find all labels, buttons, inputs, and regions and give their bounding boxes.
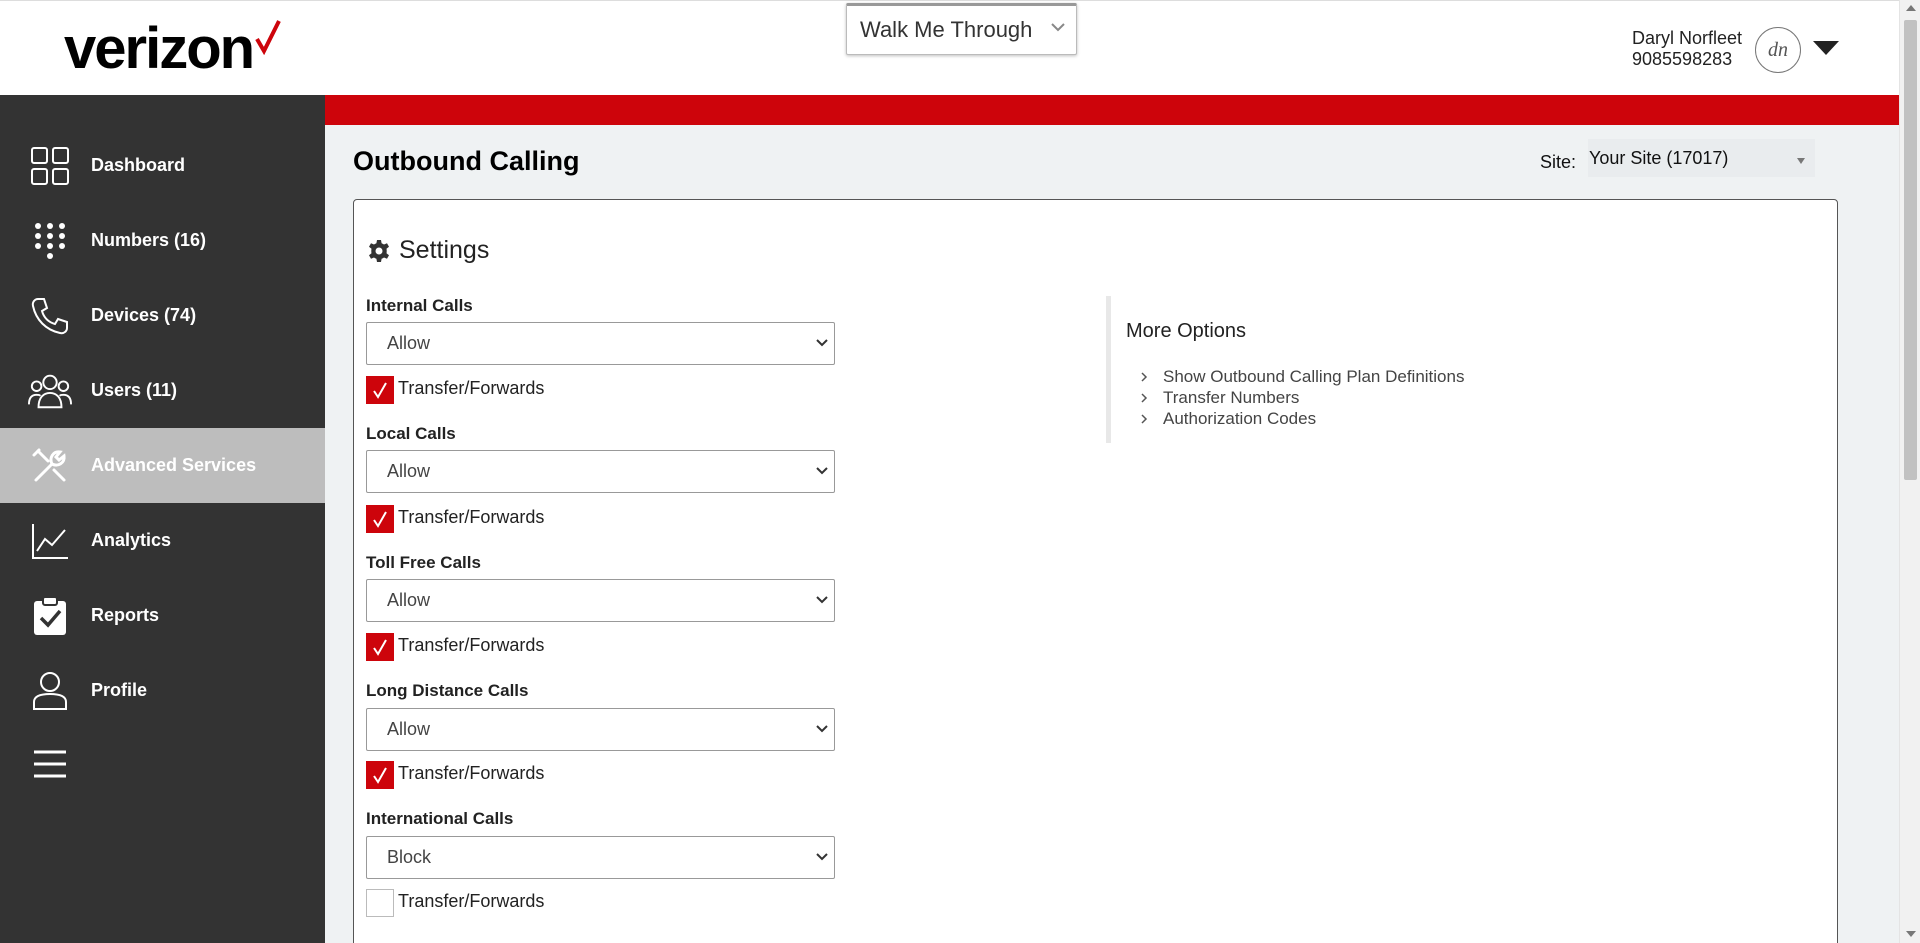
gear-icon [369,239,389,262]
local-calls-label: Local Calls [366,424,456,443]
link-label: Transfer Numbers [1163,388,1300,407]
sidebar-item-analytics[interactable]: Analytics [0,503,325,578]
internal-calls-select[interactable]: Allow [366,322,835,365]
toll-free-calls-label: Toll Free Calls [366,553,481,572]
logo-wordmark: verizon [64,16,255,81]
sidebar-item-advanced-services[interactable]: Advanced Services [0,428,325,503]
checkmark-icon [373,382,387,399]
sidebar-item-label: Profile [91,680,148,700]
page-title: Outbound Calling [353,146,580,176]
sidebar-item-label: Dashboard [91,155,186,175]
checkmark-icon [373,511,387,528]
more-options-title: More Options [1126,320,1247,342]
user-info: Daryl Norfleet 9085598283 [1632,28,1742,70]
scroll-down-arrow-icon[interactable] [1906,931,1916,937]
walk-me-through-label: Walk Me Through [860,17,1033,42]
more-options-divider [1106,296,1111,443]
sidebar-item-reports[interactable]: Reports [0,578,325,653]
select-value: Allow [387,461,431,481]
internal-calls-transfer-checkbox[interactable] [366,376,394,404]
page-scrollbar[interactable] [1899,0,1920,943]
local-calls-select[interactable]: Allow [366,450,835,493]
chevron-down-icon [816,467,828,475]
select-value: Allow [387,590,431,610]
chevron-down-icon [816,339,828,347]
settings-panel [353,199,1838,943]
chevron-right-icon [1140,413,1154,425]
select-value: Allow [387,333,431,353]
sidebar-item-label: Users (11) [91,380,178,400]
transfer-numbers-link[interactable]: Transfer Numbers [1140,388,1299,408]
toll-free-calls-transfer-checkbox[interactable] [366,633,394,661]
walk-me-through-dropdown[interactable]: Walk Me Through [846,3,1077,55]
caret-down-icon [1797,158,1805,164]
cut-off-next-field [366,936,506,943]
checkmark-icon [373,639,387,656]
sidebar-item-numbers[interactable]: Numbers (16) [0,203,325,278]
settings-title: Settings [399,236,490,264]
sidebar-item-devices[interactable]: Devices (74) [0,278,325,353]
chevron-down-icon [816,853,828,861]
chevron-down-icon [816,596,828,604]
long-distance-calls-label: Long Distance Calls [366,681,529,700]
tools-icon [28,444,72,488]
user-phone: 9085598283 [1632,49,1733,69]
phone-icon [28,294,72,338]
sidebar-item-label: Reports [91,605,160,625]
toll-free-calls-transfer-label: Transfer/Forwards [398,635,545,655]
long-distance-calls-select[interactable]: Allow [366,708,835,751]
site-select-value: Your Site (17017) [1589,147,1729,168]
outbound-plan-definitions-link[interactable]: Show Outbound Calling Plan Definitions [1140,367,1464,387]
select-value: Allow [387,719,431,739]
clipboard-check-icon [28,594,72,638]
user-menu-caret-icon[interactable] [1813,41,1839,55]
avatar[interactable]: dn [1755,27,1801,73]
local-calls-transfer-checkbox[interactable] [366,505,394,533]
authorization-codes-link[interactable]: Authorization Codes [1140,409,1316,429]
scroll-up-arrow-icon[interactable] [1906,5,1916,11]
site-label: Site: [1540,152,1577,172]
chevron-right-icon [1140,371,1154,383]
internal-calls-transfer-label: Transfer/Forwards [398,378,545,398]
settings-heading: Settings [367,236,489,265]
sidebar-item-profile[interactable]: Profile [0,653,325,728]
site-select[interactable]: Your Site (17017) [1588,139,1815,177]
verizon-logo[interactable]: verizon [64,19,281,79]
international-calls-label: International Calls [366,809,514,828]
logo-check-icon [255,20,281,55]
keypad-icon [28,219,72,263]
toll-free-calls-select[interactable]: Allow [366,579,835,622]
select-value: Block [387,847,432,867]
long-distance-calls-transfer-checkbox[interactable] [366,761,394,789]
sidebar-menu-toggle[interactable] [0,726,325,801]
link-label: Show Outbound Calling Plan Definitions [1163,367,1465,386]
international-calls-transfer-checkbox[interactable] [366,889,394,917]
sidebar-item-users[interactable]: Users (11) [0,353,325,428]
hamburger-menu-icon [28,742,72,786]
sidebar-item-label: Advanced Services [91,455,257,475]
chevron-down-icon [1051,23,1065,32]
link-label: Authorization Codes [1163,409,1317,428]
sidebar-item-label: Analytics [91,530,172,550]
user-name: Daryl Norfleet [1632,28,1743,48]
dashboard-grid-icon [28,144,72,188]
scroll-thumb[interactable] [1904,20,1917,480]
chevron-right-icon [1140,392,1154,404]
sidebar-item-label: Devices (74) [91,305,197,325]
users-icon [28,369,72,413]
checkmark-icon [373,767,387,784]
red-band [325,95,1899,125]
top-header: verizon Walk Me Through Daryl Norfleet 9… [0,0,1899,95]
chevron-down-icon [816,725,828,733]
profile-icon [28,669,72,713]
sidebar-item-dashboard[interactable]: Dashboard [0,128,325,203]
sidebar-item-label: Numbers (16) [91,230,207,250]
international-calls-select[interactable]: Block [366,836,835,879]
internal-calls-label: Internal Calls [366,296,473,315]
local-calls-transfer-label: Transfer/Forwards [398,507,545,527]
long-distance-calls-transfer-label: Transfer/Forwards [398,763,545,783]
chart-line-icon [28,519,72,563]
international-calls-transfer-label: Transfer/Forwards [398,891,545,911]
